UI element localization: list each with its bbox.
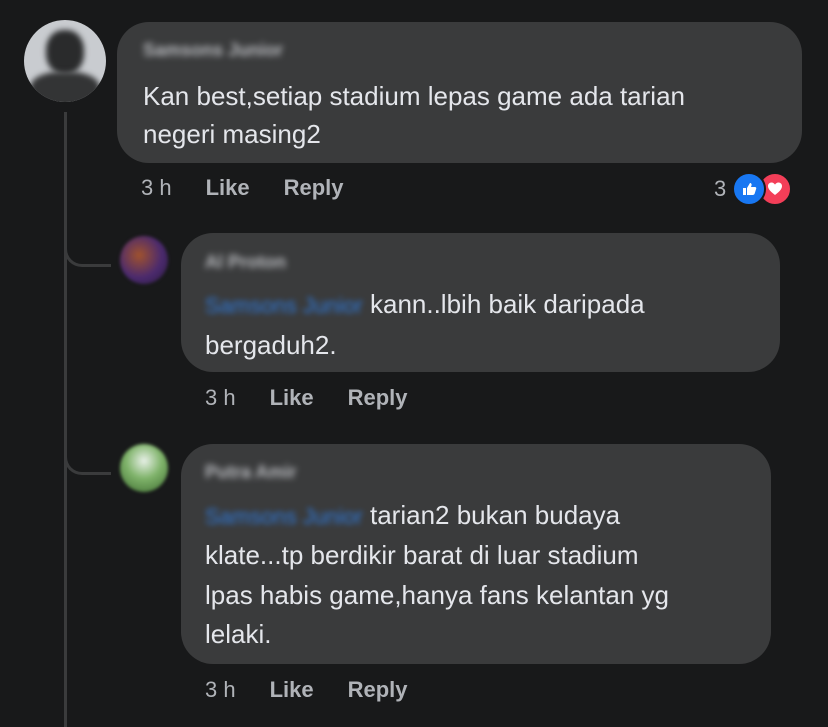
- comment-actions: 3 h Like Reply: [141, 175, 378, 201]
- comment-timestamp[interactable]: 3 h: [205, 385, 236, 411]
- reply-connector: [64, 236, 111, 267]
- reaction-count: 3: [714, 176, 727, 201]
- comment-text: kann..lbih baik daripada: [369, 289, 645, 319]
- reply-button[interactable]: Reply: [348, 385, 408, 411]
- like-button[interactable]: Like: [270, 385, 314, 411]
- comment-timestamp[interactable]: 3 h: [141, 175, 172, 201]
- avatar[interactable]: [120, 444, 168, 492]
- comment-timestamp[interactable]: 3 h: [205, 677, 236, 703]
- comment-text-line: Kan best,setiap stadium lepas game ada t…: [143, 81, 686, 111]
- avatar[interactable]: [120, 236, 168, 284]
- comment-author[interactable]: Samsons Junior: [143, 40, 283, 61]
- comment-text-line: bergaduh2.: [205, 330, 337, 360]
- comment-text-line: negeri masing2: [143, 119, 321, 149]
- comment-text-line: klate...tp berdikir barat di luar stadiu…: [205, 540, 639, 570]
- mention-link[interactable]: Samsons Junior: [205, 504, 363, 529]
- comment-actions: 3 h Like Reply: [205, 677, 442, 703]
- thumbs-up-icon: [732, 172, 767, 206]
- thread-line: [64, 112, 67, 727]
- comment-author[interactable]: Al Proton: [205, 252, 286, 273]
- avatar[interactable]: [24, 20, 106, 102]
- reaction-summary[interactable]: 3: [714, 172, 793, 206]
- comment-text-line: Samsons Junior tarian2 bukan budaya: [205, 496, 620, 536]
- reply-connector: [64, 444, 111, 475]
- like-button[interactable]: Like: [270, 677, 314, 703]
- reply-button[interactable]: Reply: [284, 175, 344, 201]
- comment-text-line: lpas habis game,hanya fans kelantan yg: [205, 580, 669, 610]
- comment-author[interactable]: Putra Amir: [205, 462, 296, 483]
- comment-text: tarian2 bukan budaya: [369, 500, 621, 530]
- like-button[interactable]: Like: [206, 175, 250, 201]
- reply-button[interactable]: Reply: [348, 677, 408, 703]
- comment-actions: 3 h Like Reply: [205, 385, 442, 411]
- comment-text-line: lelaki.: [205, 619, 272, 649]
- mention-link[interactable]: Samsons Junior: [205, 293, 363, 318]
- comment-text-line: Samsons Junior kann..lbih baik daripada: [205, 285, 645, 325]
